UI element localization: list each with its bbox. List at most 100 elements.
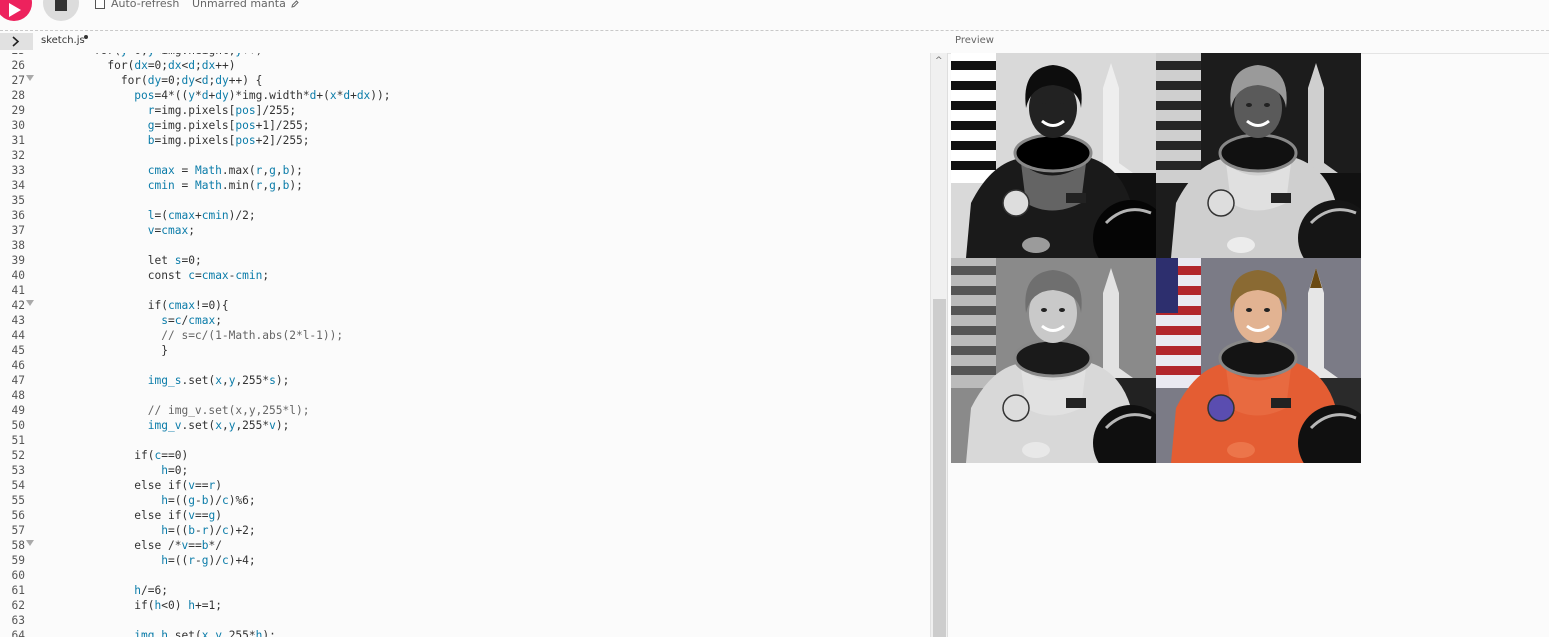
code-line[interactable]: 34 cmin = Math.min(r,g,b); bbox=[0, 178, 930, 193]
scroll-up-icon[interactable]: ^ bbox=[935, 56, 943, 66]
code-line[interactable]: 33 cmax = Math.max(r,g,b); bbox=[0, 163, 930, 178]
line-number: 51 bbox=[11, 434, 25, 447]
original-color-image bbox=[1156, 258, 1361, 463]
code-line[interactable]: 37 v=cmax; bbox=[0, 223, 930, 238]
line-number: 26 bbox=[11, 59, 25, 72]
line-number: 39 bbox=[11, 254, 25, 267]
sketch-name-text: Unmarred manta bbox=[192, 0, 286, 10]
code-text: h=((g-b)/c)%6; bbox=[161, 494, 256, 507]
code-line[interactable]: 47 img_s.set(x,y,255*s); bbox=[0, 373, 930, 388]
line-number: 59 bbox=[11, 554, 25, 567]
eye bbox=[1246, 103, 1252, 107]
hands bbox=[1227, 237, 1255, 253]
code-line[interactable]: 29 r=img.pixels[pos]/255; bbox=[0, 103, 930, 118]
hue-channel-image bbox=[951, 53, 1156, 258]
code-line[interactable]: 40 const c=cmax-cmin; bbox=[0, 268, 930, 283]
flag-stripe bbox=[951, 286, 996, 295]
flag-stripe bbox=[1156, 161, 1201, 170]
code-text: const c=cmax-cmin; bbox=[147, 269, 270, 282]
fold-arrow-icon[interactable] bbox=[26, 75, 34, 81]
scrollbar-thumb[interactable] bbox=[933, 299, 946, 637]
line-number: 38 bbox=[11, 239, 25, 252]
code-line[interactable]: 58 else /*v==b*/ bbox=[0, 538, 930, 553]
code-line[interactable]: 63 bbox=[0, 613, 930, 628]
code-line[interactable]: 32 bbox=[0, 148, 930, 163]
code-line[interactable]: 50 img_v.set(x,y,255*v); bbox=[0, 418, 930, 433]
flag-stripe bbox=[1156, 81, 1201, 90]
preview-canvas[interactable] bbox=[951, 53, 1361, 463]
code-line[interactable]: 41 bbox=[0, 283, 930, 298]
eye bbox=[1059, 308, 1065, 312]
code-line[interactable]: 55 h=((g-b)/c)%6; bbox=[0, 493, 930, 508]
fold-arrow-icon[interactable] bbox=[26, 300, 34, 306]
code-line[interactable]: 43 s=c/cmax; bbox=[0, 313, 930, 328]
code-line[interactable]: 62 if(h<0) h+=1; bbox=[0, 598, 930, 613]
code-line[interactable]: 31 b=img.pixels[pos+2]/255; bbox=[0, 133, 930, 148]
code-text: img_h.set(x,y,255*h); bbox=[134, 629, 276, 637]
code-line[interactable]: 57 h=((b-r)/c)+2; bbox=[0, 523, 930, 538]
code-line[interactable]: 61 h/=6; bbox=[0, 583, 930, 598]
code-line[interactable]: 38 bbox=[0, 238, 930, 253]
file-tab-sketch[interactable]: sketch.js bbox=[41, 35, 85, 46]
line-number: 61 bbox=[11, 584, 25, 597]
code-line[interactable]: 35 bbox=[0, 193, 930, 208]
code-line[interactable]: 64 img_h.set(x,y,255*h); bbox=[0, 628, 930, 637]
code-text: else /*v==b*/ bbox=[134, 539, 222, 552]
code-line[interactable]: 44 // s=c/(1-Math.abs(2*l-1)); bbox=[0, 328, 930, 343]
preview-label: Preview bbox=[955, 35, 994, 46]
flag-canton bbox=[1156, 258, 1178, 313]
code-line[interactable]: 49 // img_v.set(x,y,255*l); bbox=[0, 403, 930, 418]
fold-arrow-icon[interactable] bbox=[26, 540, 34, 546]
code-line[interactable]: 51 bbox=[0, 433, 930, 448]
flag-stripe bbox=[951, 346, 996, 355]
code-line[interactable]: 42 if(cmax!=0){ bbox=[0, 298, 930, 313]
line-number: 64 bbox=[11, 629, 25, 637]
flag-stripe bbox=[1156, 326, 1201, 335]
name-tag bbox=[1271, 398, 1291, 408]
eye bbox=[1041, 308, 1047, 312]
line-number: 56 bbox=[11, 509, 25, 522]
code-line[interactable]: 46 bbox=[0, 358, 930, 373]
code-line[interactable]: 48 bbox=[0, 388, 930, 403]
code-line[interactable]: 27 for(dy=0;dy<d;dy++) { bbox=[0, 73, 930, 88]
pencil-icon[interactable] bbox=[291, 0, 299, 8]
line-number: 36 bbox=[11, 209, 25, 222]
code-editor[interactable]: 25 for(y=0;y<img.height;y++)26 for(dx=0;… bbox=[0, 53, 930, 637]
code-line[interactable]: 45 } bbox=[0, 343, 930, 358]
code-line[interactable]: 36 l=(cmax+cmin)/2; bbox=[0, 208, 930, 223]
flag-stripe bbox=[1156, 101, 1201, 110]
expand-sidebar-button[interactable] bbox=[0, 33, 33, 50]
stop-button[interactable] bbox=[43, 0, 79, 21]
line-number: 37 bbox=[11, 224, 25, 237]
code-text: if(c==0) bbox=[134, 449, 189, 462]
flag-stripe bbox=[951, 121, 996, 130]
play-button[interactable] bbox=[0, 0, 32, 21]
code-line[interactable]: 39 let s=0; bbox=[0, 253, 930, 268]
line-number: 46 bbox=[11, 359, 25, 372]
eye bbox=[1246, 308, 1252, 312]
mission-patch bbox=[1002, 189, 1030, 217]
code-text: r=img.pixels[pos]/255; bbox=[147, 104, 297, 117]
code-line[interactable]: 59 h=((r-g)/c)+4; bbox=[0, 553, 930, 568]
code-line[interactable]: 26 for(dx=0;dx<d;dx++) bbox=[0, 58, 930, 73]
editor-scrollbar[interactable]: ^ bbox=[930, 53, 948, 637]
code-line[interactable]: 53 h=0; bbox=[0, 463, 930, 478]
auto-refresh-toggle[interactable]: Auto-refresh bbox=[95, 0, 179, 10]
code-text: if(cmax!=0){ bbox=[147, 299, 229, 312]
code-line[interactable]: 56 else if(v==g) bbox=[0, 508, 930, 523]
chevron-right-icon bbox=[12, 36, 20, 47]
pane-divider[interactable] bbox=[947, 53, 948, 637]
line-number: 29 bbox=[11, 104, 25, 117]
hands bbox=[1022, 237, 1050, 253]
code-line[interactable]: 28 pos=4*((y*d+dy)*img.width*d+(x*d+dx))… bbox=[0, 88, 930, 103]
code-line[interactable]: 54 else if(v==r) bbox=[0, 478, 930, 493]
auto-refresh-checkbox[interactable] bbox=[95, 0, 105, 9]
saturation-channel-image bbox=[1156, 53, 1361, 258]
code-line[interactable]: 30 g=img.pixels[pos+1]/255; bbox=[0, 118, 930, 133]
sketch-name[interactable]: Unmarred manta bbox=[192, 0, 299, 10]
code-line[interactable]: 60 bbox=[0, 568, 930, 583]
code-line[interactable]: 52 if(c==0) bbox=[0, 448, 930, 463]
flag-stripe bbox=[951, 306, 996, 315]
flag-stripe bbox=[951, 61, 996, 70]
code-text: // s=c/(1-Math.abs(2*l-1)); bbox=[161, 329, 344, 342]
